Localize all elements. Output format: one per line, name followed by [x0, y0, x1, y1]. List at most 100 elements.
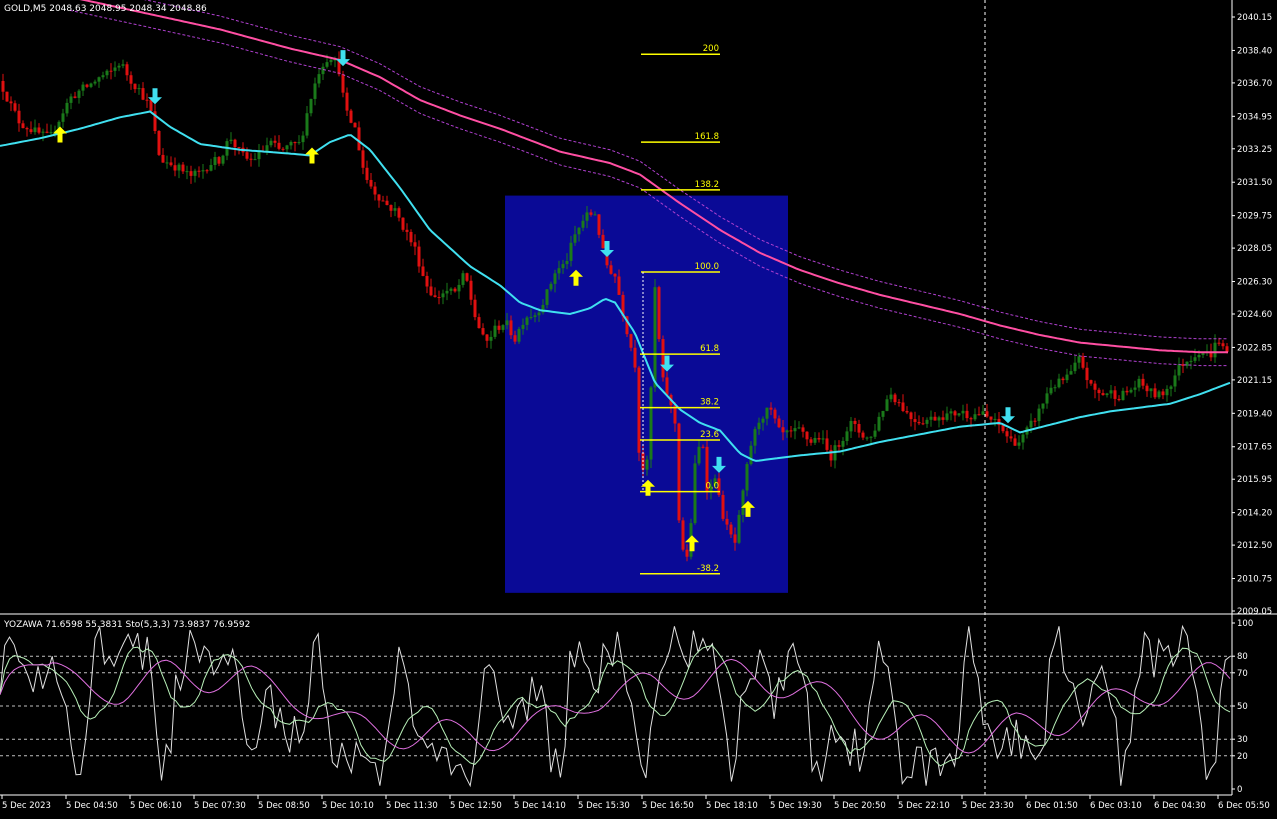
candle-body — [597, 214, 601, 235]
candle-body — [837, 445, 841, 447]
price-tick-label: 2022.85 — [1237, 343, 1272, 353]
candle-body — [393, 208, 397, 211]
candle-body — [701, 446, 705, 448]
candle-body — [493, 325, 497, 337]
candle-body — [1157, 391, 1161, 398]
time-tick-label: 5 Dec 12:50 — [450, 801, 502, 811]
candle-body — [789, 430, 793, 432]
candle-body — [429, 286, 433, 296]
candle-body — [617, 276, 621, 295]
candle-body — [173, 165, 177, 171]
candle-body — [21, 123, 25, 129]
candle-body — [1097, 389, 1101, 394]
fib-level-label: 138.2 — [695, 180, 719, 190]
candle-body — [273, 140, 277, 143]
candle-body — [893, 394, 897, 403]
candle-body — [449, 288, 453, 291]
candle-body — [801, 427, 805, 432]
candle-body — [921, 423, 925, 425]
fibo-zone — [505, 195, 788, 593]
osc-tick-label: 20 — [1237, 752, 1248, 762]
candle-body — [265, 145, 269, 151]
fib-level-label: -38.2 — [697, 564, 719, 574]
candle-body — [769, 407, 773, 410]
candle-body — [1113, 390, 1117, 399]
candle-body — [61, 113, 65, 122]
time-tick-label: 6 Dec 01:50 — [1026, 801, 1078, 811]
candle-body — [1005, 431, 1009, 437]
candle-body — [113, 67, 117, 71]
candle-body — [737, 514, 741, 543]
time-tick-label: 6 Dec 03:10 — [1090, 801, 1142, 811]
candle-body — [201, 170, 205, 172]
fib-level-label: 161.8 — [695, 132, 719, 142]
candle-body — [885, 399, 889, 411]
candle-body — [793, 428, 797, 432]
trading-chart[interactable]: 200 161.8 138.2 100.0 61.8 38.2 23.6 0.0 -38.2 2… — [0, 0, 1277, 815]
osc-tick-label: 80 — [1237, 652, 1248, 662]
candle-body — [949, 411, 953, 414]
candle-body — [1089, 380, 1093, 384]
candle-body — [505, 320, 509, 326]
candle-body — [401, 217, 405, 230]
candle-body — [545, 289, 549, 305]
main-chart-header: GOLD,M5 2048.63 2048.95 2048.34 2048.86 — [4, 4, 207, 14]
candle-body — [873, 430, 877, 437]
candle-body — [117, 65, 121, 68]
candle-body — [93, 81, 97, 84]
candle-body — [797, 427, 801, 429]
candle-body — [233, 139, 237, 148]
candle-body — [1165, 388, 1169, 396]
time-tick-label: 5 Dec 04:50 — [66, 801, 118, 811]
candle-body — [685, 549, 689, 557]
osc-tick-label: 50 — [1237, 702, 1248, 712]
candle-body — [613, 273, 617, 277]
candle-body — [877, 416, 881, 431]
price-tick-label: 2036.70 — [1237, 79, 1272, 89]
candle-body — [209, 165, 213, 171]
fib-level-label: 23.6 — [700, 430, 719, 440]
candle-body — [845, 431, 849, 441]
chart-canvas[interactable]: 200161.8138.2100.061.838.223.60.0-38.2 2… — [0, 0, 1277, 815]
candle-body — [965, 410, 969, 419]
candle-body — [1101, 393, 1105, 396]
candle-body — [425, 275, 429, 287]
fib-level-label: 38.2 — [700, 398, 719, 408]
candle-body — [161, 154, 165, 163]
candle-body — [345, 92, 349, 111]
candle-body — [653, 287, 657, 388]
candle-body — [973, 414, 977, 420]
candle-body — [553, 273, 557, 284]
candle-body — [665, 377, 669, 395]
candle-body — [645, 459, 649, 470]
candle-body — [293, 141, 297, 144]
candle-body — [765, 407, 769, 419]
candle-body — [1073, 362, 1077, 372]
candle-body — [277, 142, 281, 149]
candle-body — [1225, 346, 1229, 352]
candle-body — [9, 101, 13, 104]
candle-body — [445, 290, 449, 294]
candle-body — [397, 208, 401, 218]
candle-body — [33, 127, 37, 133]
candle-body — [1161, 391, 1165, 396]
candle-body — [365, 167, 369, 180]
candle-body — [985, 411, 989, 417]
candle-body — [897, 402, 901, 404]
candle-body — [489, 336, 493, 341]
candle-body — [937, 417, 941, 421]
candle-body — [629, 334, 633, 348]
candle-body — [609, 265, 613, 274]
candle-body — [953, 411, 957, 416]
candle-body — [777, 418, 781, 428]
candle-body — [1077, 356, 1081, 363]
price-tick-label: 2029.75 — [1237, 212, 1272, 222]
price-tick-label: 2038.40 — [1237, 46, 1272, 56]
candle-body — [409, 231, 413, 243]
candle-body — [433, 295, 437, 298]
time-tick-label: 5 Dec 06:10 — [130, 801, 182, 811]
candle-body — [321, 66, 325, 75]
candle-body — [249, 158, 253, 160]
candle-body — [881, 410, 885, 417]
candle-body — [1001, 425, 1005, 432]
